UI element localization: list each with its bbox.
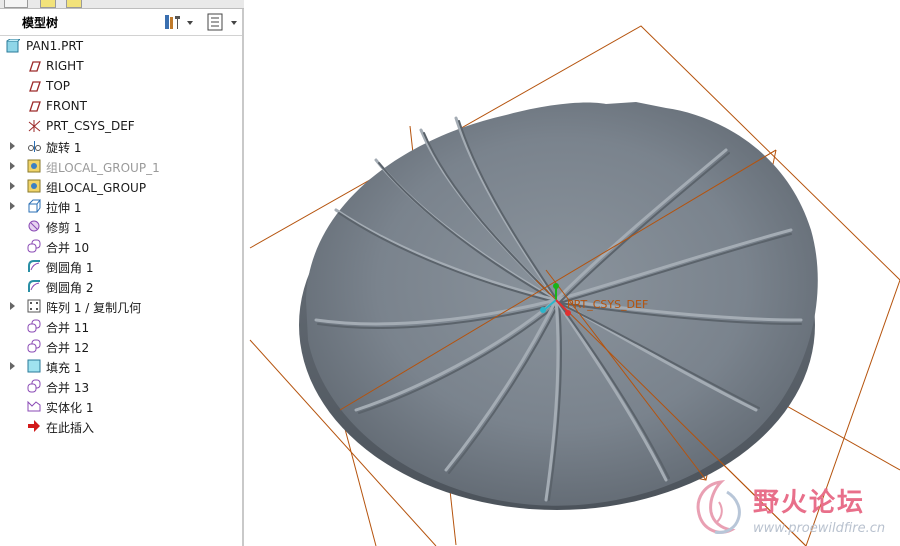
tree-item-label: 合并 13 xyxy=(46,381,90,395)
tree-item-label: 在此插入 xyxy=(46,421,95,435)
trim-icon xyxy=(28,220,40,232)
tree-columns-button[interactable] xyxy=(206,12,240,32)
navigator-tabs xyxy=(0,0,244,9)
watermark: 野火论坛 www.proewildfire.cn xyxy=(691,478,899,544)
tab-model-tree[interactable] xyxy=(4,0,28,8)
merge-icon xyxy=(27,239,41,253)
tree-item[interactable]: TOP xyxy=(0,77,242,97)
tree-item[interactable]: 修剪 1 xyxy=(0,217,242,237)
tree-item-label: 合并 12 xyxy=(46,341,90,355)
tree-settings-icon xyxy=(165,15,193,29)
pattern-icon xyxy=(27,299,41,313)
tree-item-label: FRONT xyxy=(46,99,87,113)
watermark-logo-icon xyxy=(696,479,741,534)
tree-item[interactable]: 倒圆角 2 xyxy=(0,277,242,297)
tree-item-label: 阵列 1 / 复制几何 xyxy=(46,301,142,315)
tree-item[interactable]: 倒圆角 1 xyxy=(0,257,242,277)
tree-item-label: 组LOCAL_GROUP_1 xyxy=(46,161,160,175)
tree-item[interactable]: 实体化 1 xyxy=(0,397,242,417)
group-icon xyxy=(27,159,41,173)
tree-item-label: 倒圆角 2 xyxy=(46,281,94,295)
extrude-icon xyxy=(28,199,41,213)
expand-arrow-icon[interactable] xyxy=(10,142,15,150)
tree-item[interactable]: 合并 10 xyxy=(0,237,242,257)
round-icon xyxy=(28,260,40,272)
fill-icon xyxy=(27,359,41,373)
tree-item[interactable]: 组LOCAL_GROUP xyxy=(0,177,242,197)
tree-item-label: TOP xyxy=(46,79,71,93)
group-icon xyxy=(27,179,41,193)
model-tree-panel: 模型树 PAN1.PRT RIGHT TOP FRONT PRT_CSYS_DE… xyxy=(0,0,244,546)
datum-plane-icon xyxy=(29,81,41,92)
datum-plane-icon xyxy=(29,101,41,112)
tree-item-label: RIGHT xyxy=(46,59,84,73)
tree-item[interactable]: 合并 12 xyxy=(0,337,242,357)
merge-icon xyxy=(27,339,41,353)
tree-item-label: 旋转 1 xyxy=(46,141,82,155)
tree-item-label: 实体化 1 xyxy=(46,401,94,415)
round-icon xyxy=(28,280,40,292)
tree-item-label: 组LOCAL_GROUP xyxy=(46,181,147,195)
tree-item[interactable]: 阵列 1 / 复制几何 xyxy=(0,297,242,317)
tree-item[interactable]: 填充 1 xyxy=(0,357,242,377)
panel-title: 模型树 xyxy=(22,16,59,30)
expand-arrow-icon[interactable] xyxy=(10,302,15,310)
tree-item[interactable]: 拉伸 1 xyxy=(0,197,242,217)
solidify-icon xyxy=(27,400,41,412)
csys-label: PRT_CSYS_DEF xyxy=(567,298,649,311)
tree-item-label: 合并 11 xyxy=(46,321,90,335)
tree-item[interactable]: 组LOCAL_GROUP_1 xyxy=(0,157,242,177)
tree-item[interactable]: PRT_CSYS_DEF xyxy=(0,117,242,137)
merge-icon xyxy=(27,319,41,333)
graphics-viewport[interactable]: PRT_CSYS_DEF 野火论坛 www.proewildfire.cn xyxy=(246,0,900,546)
merge-icon xyxy=(27,379,41,393)
tree-item-label: 合并 10 xyxy=(46,241,90,255)
part-icon xyxy=(6,39,20,53)
revolve-icon xyxy=(28,141,41,152)
tree-item-label: 倒圆角 1 xyxy=(46,261,94,275)
tree-item[interactable]: 在此插入 xyxy=(0,417,242,437)
expand-arrow-icon[interactable] xyxy=(10,162,15,170)
watermark-url: www.proewildfire.cn xyxy=(753,521,886,536)
expand-arrow-icon[interactable] xyxy=(10,182,15,190)
tree-item[interactable]: 旋转 1 xyxy=(0,137,242,157)
tree-item-label: 拉伸 1 xyxy=(46,201,82,215)
tree-item[interactable]: 合并 11 xyxy=(0,317,242,337)
tree-item[interactable]: RIGHT xyxy=(0,57,242,77)
coordinate-system-icon xyxy=(28,120,41,132)
tree-settings-button[interactable] xyxy=(164,12,194,32)
tree-columns-icon xyxy=(207,13,237,31)
tree-root-label: PAN1.PRT xyxy=(26,39,84,53)
expand-arrow-icon[interactable] xyxy=(10,362,15,370)
model-tree-header: 模型树 xyxy=(0,9,242,36)
watermark-title: 野火论坛 xyxy=(753,488,866,518)
expand-arrow-icon[interactable] xyxy=(10,202,15,210)
tab-favorites[interactable] xyxy=(66,0,82,8)
insert-here-arrow-icon xyxy=(28,420,40,432)
tree-item-label: PRT_CSYS_DEF xyxy=(46,119,135,133)
tree-item-label: 修剪 1 xyxy=(46,221,82,235)
tab-folder-browser[interactable] xyxy=(40,0,56,8)
tree-item-label: 填充 1 xyxy=(46,361,82,375)
tree-item[interactable]: FRONT xyxy=(0,97,242,117)
tree-root-item[interactable]: PAN1.PRT xyxy=(0,37,242,57)
tree-item[interactable]: 合并 13 xyxy=(0,377,242,397)
model-3d-view xyxy=(249,25,900,546)
datum-plane-icon xyxy=(29,61,41,72)
